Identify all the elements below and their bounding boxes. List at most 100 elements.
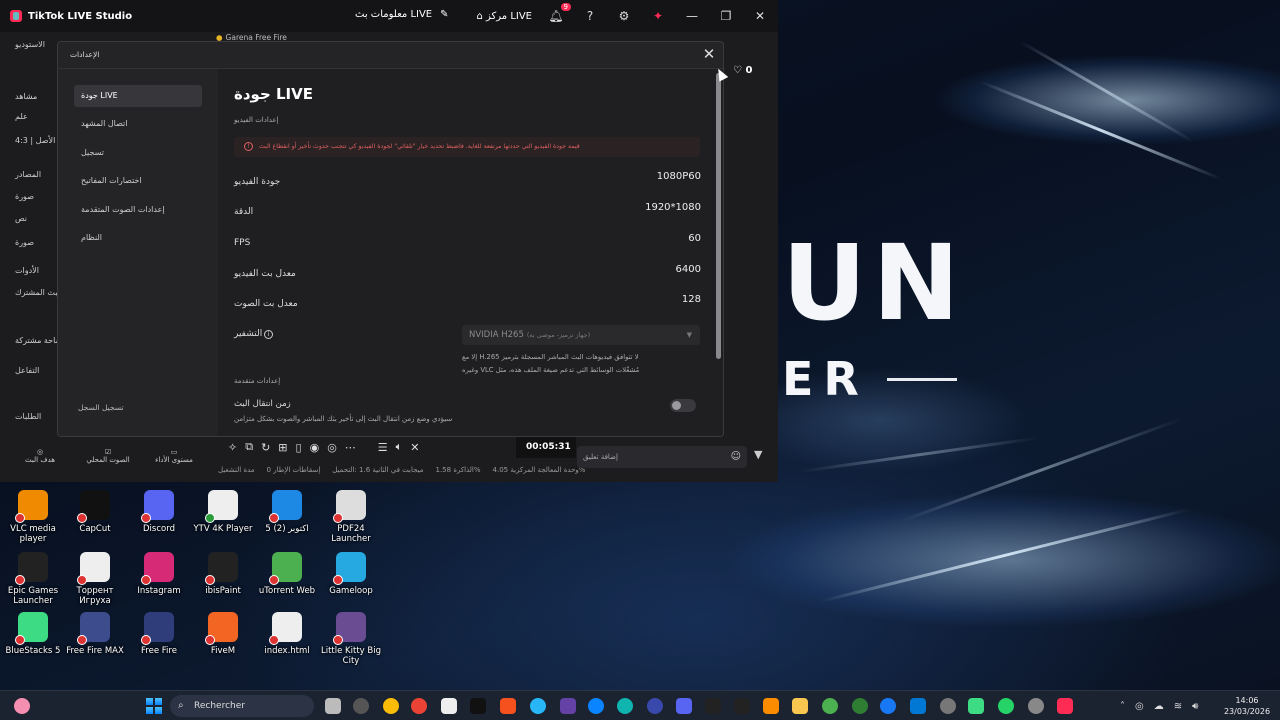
- app-icon-4[interactable]: [647, 698, 663, 714]
- help-icon[interactable]: ?: [580, 9, 600, 23]
- live-center-button[interactable]: ⌂ مركز LIVE: [476, 11, 532, 22]
- sidebar-item-shortcuts[interactable]: اختصارات المفاتيح: [74, 170, 202, 192]
- co-stream-item[interactable]: البث المشترك: [15, 288, 62, 297]
- aspect-ratio-label[interactable]: 4:3 | الأصل: [15, 136, 55, 145]
- volume-icon[interactable]: 🔊︎: [1192, 701, 1198, 712]
- app-icon-8[interactable]: [940, 698, 956, 714]
- magic-wand-icon[interactable]: ✧: [228, 441, 237, 454]
- filter-icon[interactable]: ▼: [754, 448, 762, 461]
- chevron-up-icon[interactable]: ˄: [1120, 701, 1125, 712]
- notifications-button[interactable]: 🔔︎ 9: [546, 3, 571, 23]
- requests-item[interactable]: الطلبات: [15, 412, 41, 421]
- app-icon-5[interactable]: [734, 698, 750, 714]
- desktop-icon[interactable]: VLC media player: [0, 490, 66, 544]
- resolution-value[interactable]: 1920*1080: [645, 202, 701, 213]
- settings-scrollbar[interactable]: [715, 69, 722, 436]
- close-icon[interactable]: ✕: [700, 45, 718, 63]
- file-icon[interactable]: [441, 698, 457, 714]
- browser-icon[interactable]: [411, 698, 427, 714]
- ibispaint-icon[interactable]: [705, 698, 721, 714]
- vscode-icon[interactable]: [910, 698, 926, 714]
- task-view-icon[interactable]: [325, 698, 341, 714]
- desktop-icon[interactable]: Торрент Игруха: [62, 552, 128, 606]
- desktop-icon[interactable]: CapCut: [62, 490, 128, 534]
- speaker-icon[interactable]: 🔈︎: [396, 440, 403, 454]
- latency-toggle[interactable]: [670, 399, 696, 412]
- app-icon-7[interactable]: [822, 698, 838, 714]
- scene-item[interactable]: علم: [15, 112, 28, 121]
- desktop-icon[interactable]: Little Kitty Big City: [318, 612, 384, 666]
- maximize-button[interactable]: ❐: [716, 9, 736, 23]
- desktop-icon[interactable]: uTorrent Web: [254, 552, 320, 596]
- sidebar-item-recording[interactable]: تسجيل: [74, 142, 202, 164]
- sidebar-item-advanced-audio[interactable]: إعدادات الصوت المتقدمة: [74, 199, 202, 221]
- log-recording-link[interactable]: تسجيل السجل: [78, 403, 124, 412]
- desktop-icon[interactable]: Discord: [126, 490, 192, 534]
- desktop-icon[interactable]: ibisPaint: [190, 552, 256, 596]
- bluestacks-icon[interactable]: [968, 698, 984, 714]
- tiktok-icon[interactable]: [1057, 698, 1073, 714]
- app-icon-3[interactable]: [588, 698, 604, 714]
- facebook-icon[interactable]: [880, 698, 896, 714]
- gear-icon[interactable]: ⚙: [614, 9, 634, 23]
- chrome-icon[interactable]: [383, 698, 399, 714]
- desktop-icon[interactable]: Gameloop: [318, 552, 384, 596]
- stream-info-button[interactable]: معلومات بث LIVE ✎: [355, 9, 449, 20]
- desktop-icon[interactable]: FiveM: [190, 612, 256, 656]
- camera-icon[interactable]: ◎: [327, 441, 337, 454]
- stream-goal-button[interactable]: ◎ هدف البث: [10, 448, 70, 464]
- refresh-icon[interactable]: ↻: [261, 441, 270, 454]
- video-bitrate-value[interactable]: 6400: [676, 264, 701, 275]
- desktop-icon[interactable]: Free Fire: [126, 612, 192, 656]
- info-icon[interactable]: i: [264, 330, 274, 339]
- desktop-icon[interactable]: 5 اكتوبر (2): [254, 490, 320, 534]
- edge-icon[interactable]: [617, 698, 633, 714]
- desktop-icon[interactable]: Epic Games Launcher: [0, 552, 66, 606]
- discord-icon[interactable]: [676, 698, 692, 714]
- source-text[interactable]: نص: [15, 214, 27, 223]
- performance-level-button[interactable]: ▭ مستوى الأداء: [144, 448, 204, 464]
- capcut-icon[interactable]: [470, 698, 486, 714]
- mic-muted-icon[interactable]: ✕: [410, 441, 419, 454]
- effects-icon[interactable]: ✦: [648, 9, 668, 23]
- telegram-icon[interactable]: [530, 698, 546, 714]
- app-icon-2[interactable]: [500, 698, 516, 714]
- desktop-icon[interactable]: YTV 4K Player: [190, 490, 256, 534]
- widgets-icon[interactable]: [14, 698, 30, 714]
- folder-icon[interactable]: [792, 698, 808, 714]
- source-image-2[interactable]: صورة: [15, 238, 34, 247]
- start-button[interactable]: [146, 698, 162, 714]
- twitch-icon[interactable]: [560, 698, 576, 714]
- record-icon[interactable]: ◉: [310, 441, 320, 454]
- source-image[interactable]: صورة: [15, 192, 34, 201]
- app-icon-6[interactable]: [763, 698, 779, 714]
- encoder-select[interactable]: NVIDIA H265 (جهاز ترميز- موصى به) ▼: [462, 325, 700, 345]
- sidebar-item-scene-connection[interactable]: اتصال المشهد: [74, 113, 202, 135]
- wifi-icon[interactable]: ≋: [1174, 701, 1182, 712]
- emoji-icon[interactable]: ☺: [731, 446, 741, 468]
- sidebar-item-live-quality[interactable]: جودة LIVE: [74, 85, 202, 107]
- utorrent-icon[interactable]: [852, 698, 868, 714]
- taskbar-search[interactable]: ⌕ Rechercher: [170, 695, 314, 717]
- sidebar-item-system[interactable]: النظام: [74, 227, 202, 249]
- app-tray-icon[interactable]: ◎: [1135, 701, 1144, 712]
- mixer-icon[interactable]: ☰: [378, 441, 388, 454]
- cloud-icon[interactable]: ☁: [1154, 701, 1164, 712]
- more-icon[interactable]: ⋯: [345, 441, 356, 454]
- add-source-icon[interactable]: ⊞: [278, 441, 287, 454]
- app-icon-9[interactable]: [1028, 698, 1044, 714]
- desktop-icon[interactable]: Instagram: [126, 552, 192, 596]
- desktop-icon[interactable]: BlueStacks 5: [0, 612, 66, 656]
- layout-icon[interactable]: ⧉: [245, 440, 253, 454]
- fps-value[interactable]: 60: [688, 233, 701, 244]
- whatsapp-icon[interactable]: [998, 698, 1014, 714]
- comment-input[interactable]: إضافة تعليق ☺: [577, 446, 747, 468]
- taskbar-clock[interactable]: 14:06 23/03/2026: [1222, 695, 1272, 717]
- minimize-button[interactable]: —: [682, 9, 702, 23]
- desktop-icon[interactable]: Free Fire MAX: [62, 612, 128, 656]
- video-quality-value[interactable]: 1080P60: [657, 171, 701, 182]
- audio-bitrate-value[interactable]: 128: [682, 294, 701, 305]
- app-icon[interactable]: [353, 698, 369, 714]
- phone-icon[interactable]: ▯: [296, 441, 302, 454]
- scrollbar-thumb[interactable]: [716, 73, 721, 359]
